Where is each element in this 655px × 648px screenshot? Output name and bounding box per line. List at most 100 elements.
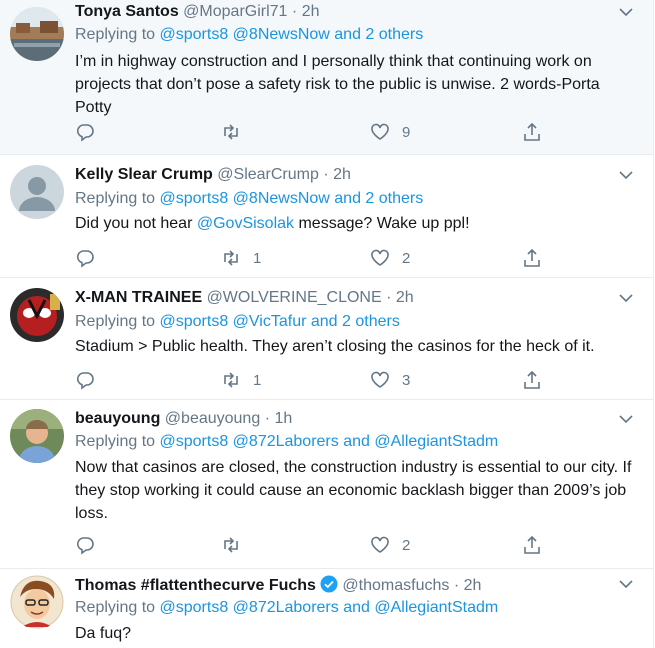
- tweet-text: I’m in highway construction and I person…: [75, 53, 600, 116]
- replying-to: Replying to @sports8 @8NewsNow and 2 oth…: [75, 26, 424, 43]
- timestamp[interactable]: 2h: [396, 289, 414, 306]
- tweet-text: Da fuq?: [75, 625, 132, 642]
- author-name[interactable]: beauyoung: [75, 410, 160, 427]
- mention-link[interactable]: @sports8: [160, 313, 229, 330]
- reply-button[interactable]: [75, 533, 107, 557]
- like-icon: [371, 249, 389, 266]
- author-name[interactable]: Thomas #flattenthecurve Fuchs: [75, 577, 316, 594]
- replying-to: Replying to @sports8 @872Laborers and @A…: [75, 433, 499, 450]
- timestamp[interactable]: 2h: [302, 3, 320, 20]
- verified-icon: [320, 575, 338, 593]
- like-button[interactable]: 9: [370, 120, 410, 144]
- mention-link[interactable]: @AllegiantStadm: [374, 599, 498, 616]
- replying-to: Replying to @sports8 @VicTafur and 2 oth…: [75, 313, 400, 330]
- others-link[interactable]: and 2 others: [311, 313, 400, 330]
- chevron-down-icon[interactable]: [619, 414, 633, 424]
- author-name[interactable]: Tonya Santos: [75, 3, 179, 20]
- retweet-icon: [224, 250, 238, 266]
- like-icon: [371, 371, 389, 388]
- share-button[interactable]: [522, 120, 542, 144]
- mention-link[interactable]: @VicTafur: [233, 313, 307, 330]
- share-button[interactable]: [522, 368, 542, 392]
- chevron-down-icon[interactable]: [619, 170, 633, 180]
- share-icon: [524, 535, 540, 554]
- author-handle[interactable]: @beauyoung: [165, 410, 260, 427]
- timestamp[interactable]: 2h: [464, 577, 482, 594]
- chevron-down-icon[interactable]: [619, 579, 633, 589]
- mention-link[interactable]: @sports8: [160, 190, 229, 207]
- avatar[interactable]: [10, 409, 64, 463]
- timestamp[interactable]: 2h: [333, 166, 351, 183]
- like-count: 9: [402, 123, 411, 141]
- and-link[interactable]: and: [343, 433, 370, 450]
- share-button[interactable]: [522, 533, 542, 557]
- mention-link[interactable]: @sports8: [160, 599, 229, 616]
- mention-link[interactable]: @872Laborers: [233, 599, 339, 616]
- like-count: 2: [402, 249, 411, 267]
- like-count: 2: [402, 536, 411, 554]
- replying-to: Replying to @sports8 @872Laborers and @A…: [75, 599, 499, 616]
- avatar[interactable]: [10, 288, 64, 342]
- mention-link[interactable]: @GovSisolak: [197, 215, 294, 232]
- separator-dot: ·: [323, 166, 329, 183]
- author-name[interactable]: X-MAN TRAINEE: [75, 289, 202, 306]
- reply-icon: [76, 537, 94, 555]
- mention-link[interactable]: @AllegiantStadm: [374, 433, 498, 450]
- author-handle[interactable]: @WOLVERINE_CLONE: [207, 289, 382, 306]
- share-icon: [524, 122, 540, 141]
- tweet-actions: 9: [75, 120, 555, 144]
- author-handle[interactable]: @SlearCrump: [217, 166, 319, 183]
- separator-dot: ·: [264, 410, 271, 427]
- tweet-text: Now that casinos are closed, the constru…: [75, 459, 632, 522]
- mention-link[interactable]: @8NewsNow: [233, 26, 330, 43]
- timestamp[interactable]: 1h: [274, 410, 292, 427]
- mention-link[interactable]: @8NewsNow: [233, 190, 330, 207]
- reply-icon: [76, 124, 94, 142]
- like-icon: [371, 536, 389, 553]
- others-link[interactable]: and 2 others: [334, 26, 423, 43]
- retweet-button[interactable]: [221, 120, 253, 144]
- reply-icon: [76, 372, 94, 390]
- retweet-button[interactable]: 1: [221, 246, 261, 270]
- mention-link[interactable]: @sports8: [160, 26, 229, 43]
- tweet[interactable]: Tonya Santos @MoparGirl71 · 2h Replying …: [0, 0, 653, 155]
- chevron-down-icon[interactable]: [619, 293, 633, 303]
- like-button[interactable]: 2: [370, 533, 410, 557]
- avatar[interactable]: [10, 165, 64, 219]
- reply-button[interactable]: [75, 246, 107, 270]
- avatar[interactable]: [10, 7, 64, 61]
- retweet-icon: [224, 372, 238, 388]
- and-link[interactable]: and: [343, 599, 370, 616]
- like-button[interactable]: 3: [370, 368, 410, 392]
- mention-link[interactable]: @872Laborers: [233, 433, 339, 450]
- tweet[interactable]: X-MAN TRAINEE @WOLVERINE_CLONE · 2h Repl…: [0, 278, 653, 400]
- share-button[interactable]: [522, 246, 542, 270]
- retweet-button[interactable]: [221, 533, 253, 557]
- tweet[interactable]: beauyoung @beauyoung · 1h Replying to @s…: [0, 400, 653, 569]
- separator-dot: ·: [386, 289, 392, 306]
- like-button[interactable]: 2: [370, 246, 410, 270]
- share-icon: [524, 370, 540, 389]
- reply-button[interactable]: [75, 120, 107, 144]
- tweet[interactable]: Kelly Slear Crump @SlearCrump · 2h Reply…: [0, 155, 653, 278]
- author-handle[interactable]: @thomasfuchs: [342, 577, 449, 594]
- tweet[interactable]: Thomas #flattenthecurve Fuchs @thomasfuc…: [0, 569, 653, 648]
- retweet-button[interactable]: 1: [221, 368, 261, 392]
- reply-button[interactable]: [75, 368, 107, 392]
- separator-dot: ·: [291, 3, 298, 20]
- replying-to: Replying to @sports8 @8NewsNow and 2 oth…: [75, 190, 424, 207]
- avatar[interactable]: [10, 575, 64, 629]
- retweet-icon: [224, 124, 238, 140]
- tweet-feed: Tonya Santos @MoparGirl71 · 2h Replying …: [0, 0, 654, 648]
- chevron-down-icon[interactable]: [619, 7, 633, 17]
- tweet-text: Stadium > Public health. They aren’t clo…: [75, 338, 595, 355]
- tweet-actions: 1 2: [75, 246, 555, 270]
- like-icon: [371, 123, 389, 140]
- separator-dot: ·: [453, 577, 460, 594]
- tweet-text: Did you not hear @GovSisolak message? Wa…: [75, 215, 470, 232]
- author-handle[interactable]: @MoparGirl71: [183, 3, 287, 20]
- author-name[interactable]: Kelly Slear Crump: [75, 166, 213, 183]
- others-link[interactable]: and 2 others: [334, 190, 423, 207]
- mention-link[interactable]: @sports8: [160, 433, 229, 450]
- like-count: 3: [402, 371, 411, 389]
